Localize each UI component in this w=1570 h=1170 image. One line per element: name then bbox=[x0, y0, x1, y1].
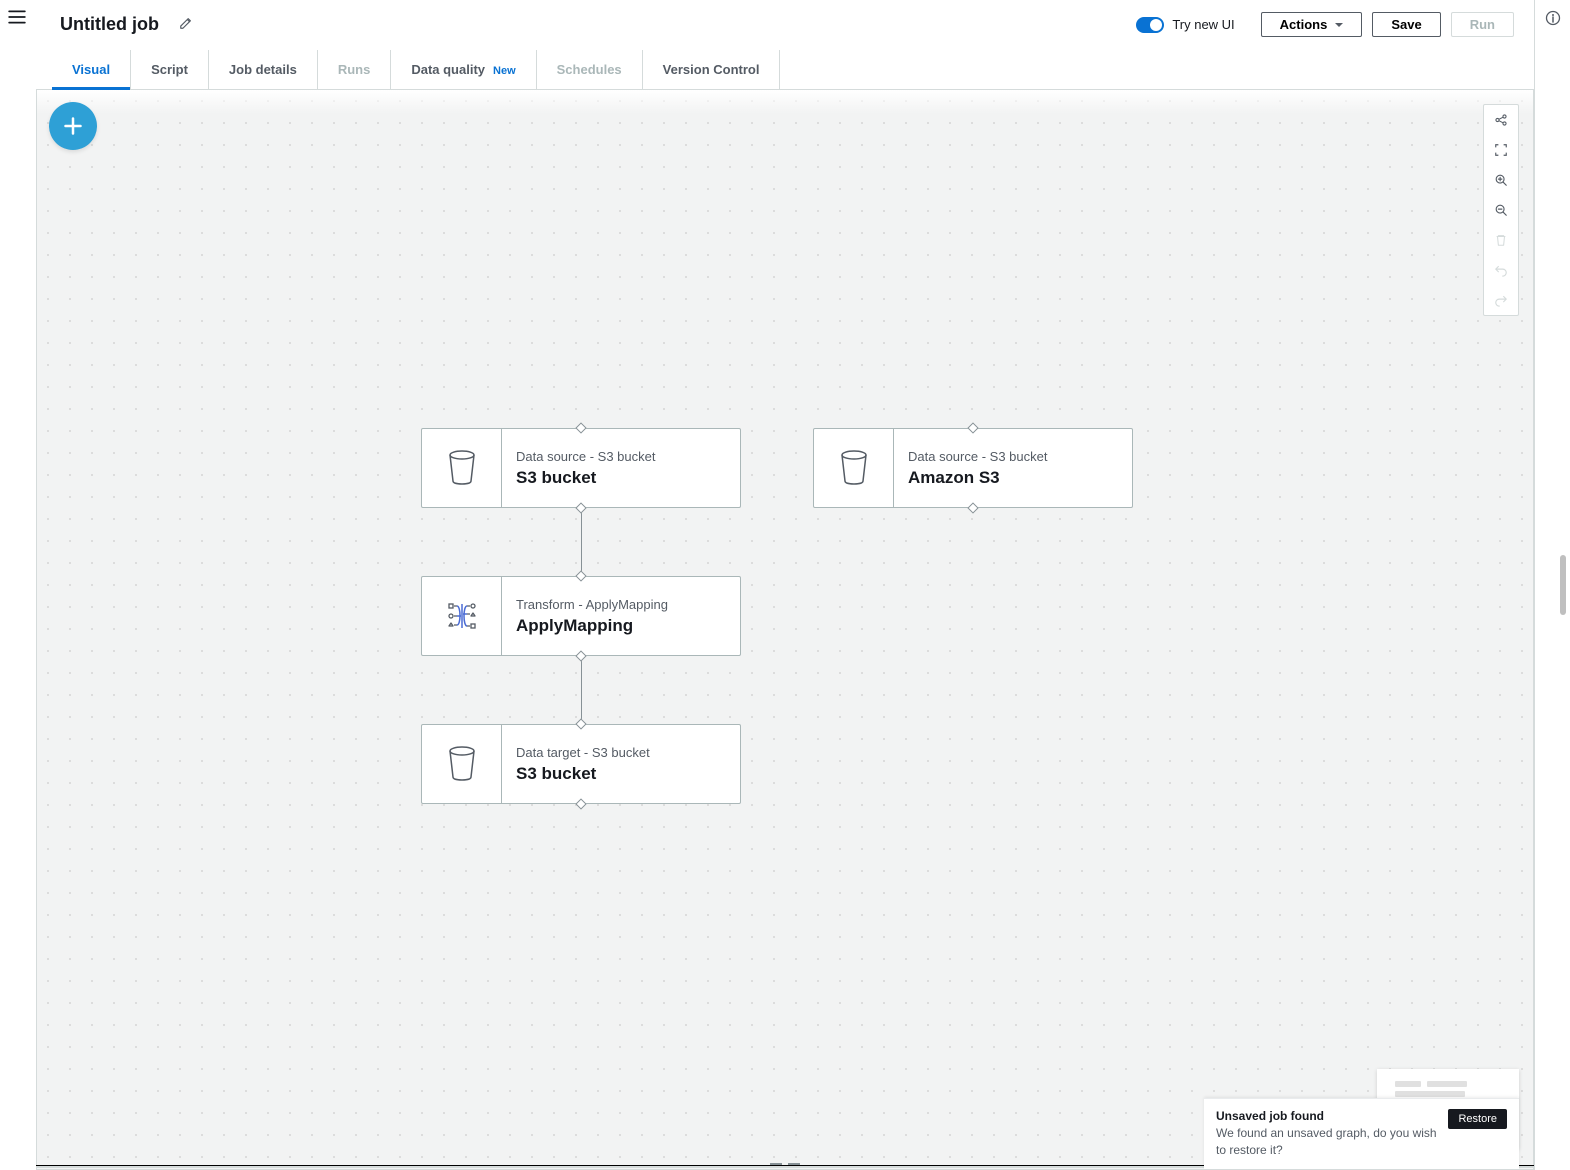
edge-transform-target bbox=[581, 660, 582, 722]
node-icon-area bbox=[422, 725, 502, 803]
node-type-label: Data target - S3 bucket bbox=[516, 745, 726, 760]
try-new-ui-toggle[interactable] bbox=[1136, 17, 1164, 33]
node-type-label: Data source - S3 bucket bbox=[908, 449, 1118, 464]
node-body: Data target - S3 bucket S3 bucket bbox=[502, 725, 740, 803]
tab-schedules: Schedules bbox=[537, 50, 643, 89]
header: Untitled job Try new UI Actions Save Run bbox=[36, 0, 1534, 50]
actions-button[interactable]: Actions bbox=[1261, 12, 1363, 37]
info-icon bbox=[1545, 10, 1561, 26]
unsaved-job-toast: Unsaved job found We found an unsaved gr… bbox=[1204, 1098, 1519, 1169]
zoom-out-icon bbox=[1494, 203, 1508, 217]
tab-label: Schedules bbox=[557, 62, 622, 77]
canvas-toolbar bbox=[1483, 104, 1519, 316]
edit-title-button[interactable] bbox=[179, 16, 193, 33]
right-rail bbox=[1534, 0, 1570, 1170]
redo-icon bbox=[1494, 293, 1508, 307]
node-type-label: Transform - ApplyMapping bbox=[516, 597, 726, 612]
main-area: Untitled job Try new UI Actions Save Run… bbox=[36, 0, 1534, 1170]
tab-label: Runs bbox=[338, 62, 371, 77]
node-source-amazon-s3[interactable]: Data source - S3 bucket Amazon S3 bbox=[813, 428, 1133, 508]
bucket-icon bbox=[446, 746, 478, 782]
tab-label: Version Control bbox=[663, 62, 760, 77]
node-title: S3 bucket bbox=[516, 764, 726, 784]
undo-icon bbox=[1494, 263, 1508, 277]
redo-button bbox=[1484, 285, 1518, 315]
undo-button bbox=[1484, 255, 1518, 285]
node-body: Transform - ApplyMapping ApplyMapping bbox=[502, 577, 740, 655]
tab-label: Script bbox=[151, 62, 188, 77]
try-new-ui-toggle-wrap: Try new UI bbox=[1136, 17, 1234, 33]
node-title: Amazon S3 bbox=[908, 468, 1118, 488]
left-rail bbox=[0, 0, 36, 1170]
zoom-out-button[interactable] bbox=[1484, 195, 1518, 225]
tab-script[interactable]: Script bbox=[131, 50, 209, 89]
share-button[interactable] bbox=[1484, 105, 1518, 135]
node-source-s3-bucket[interactable]: Data source - S3 bucket S3 bucket bbox=[421, 428, 741, 508]
tab-label: Visual bbox=[72, 62, 110, 77]
fit-screen-icon bbox=[1494, 143, 1508, 157]
node-transform-applymapping[interactable]: Transform - ApplyMapping ApplyMapping bbox=[421, 576, 741, 656]
tab-label: Job details bbox=[229, 62, 297, 77]
hamburger-menu-button[interactable] bbox=[8, 8, 26, 29]
node-body: Data source - S3 bucket Amazon S3 bbox=[894, 429, 1132, 507]
restore-button[interactable]: Restore bbox=[1448, 1109, 1507, 1129]
save-button[interactable]: Save bbox=[1372, 12, 1440, 37]
toast-message: We found an unsaved graph, do you wish t… bbox=[1216, 1125, 1438, 1159]
zoom-in-button[interactable] bbox=[1484, 165, 1518, 195]
node-icon-area bbox=[422, 429, 502, 507]
add-node-button[interactable] bbox=[49, 102, 97, 150]
bucket-icon bbox=[838, 450, 870, 486]
node-type-label: Data source - S3 bucket bbox=[516, 449, 726, 464]
tab-data-quality[interactable]: Data quality New bbox=[391, 50, 536, 89]
try-new-ui-label: Try new UI bbox=[1172, 17, 1234, 32]
visual-canvas[interactable]: Data source - S3 bucket S3 bucket Data s… bbox=[36, 90, 1534, 1170]
delete-node-button bbox=[1484, 225, 1518, 255]
toast-title: Unsaved job found bbox=[1216, 1109, 1438, 1123]
pencil-icon bbox=[179, 16, 193, 30]
resize-handle[interactable] bbox=[770, 1163, 800, 1167]
share-icon bbox=[1494, 113, 1508, 127]
zoom-in-icon bbox=[1494, 173, 1508, 187]
node-body: Data source - S3 bucket S3 bucket bbox=[502, 429, 740, 507]
run-button[interactable]: Run bbox=[1451, 12, 1514, 37]
tab-label: Data quality bbox=[411, 62, 485, 77]
mapping-icon bbox=[446, 598, 478, 634]
hamburger-icon bbox=[8, 8, 26, 26]
tab-version-control[interactable]: Version Control bbox=[643, 50, 781, 89]
tab-runs: Runs bbox=[318, 50, 392, 89]
fit-screen-button[interactable] bbox=[1484, 135, 1518, 165]
trash-icon bbox=[1494, 233, 1508, 247]
tab-job-details[interactable]: Job details bbox=[209, 50, 318, 89]
plus-icon bbox=[63, 116, 83, 136]
node-title: ApplyMapping bbox=[516, 616, 726, 636]
info-panel-button[interactable] bbox=[1545, 10, 1561, 29]
new-badge: New bbox=[493, 65, 516, 77]
tab-visual[interactable]: Visual bbox=[52, 50, 131, 89]
edge-source1-transform bbox=[581, 513, 582, 575]
node-icon-area bbox=[814, 429, 894, 507]
page-title: Untitled job bbox=[60, 14, 159, 35]
node-icon-area bbox=[422, 577, 502, 655]
node-title: S3 bucket bbox=[516, 468, 726, 488]
help-panel-scrollbar[interactable] bbox=[1560, 555, 1566, 615]
bucket-icon bbox=[446, 450, 478, 486]
tabs: Visual Script Job details Runs Data qual… bbox=[36, 50, 1534, 90]
node-target-s3-bucket[interactable]: Data target - S3 bucket S3 bucket bbox=[421, 724, 741, 804]
